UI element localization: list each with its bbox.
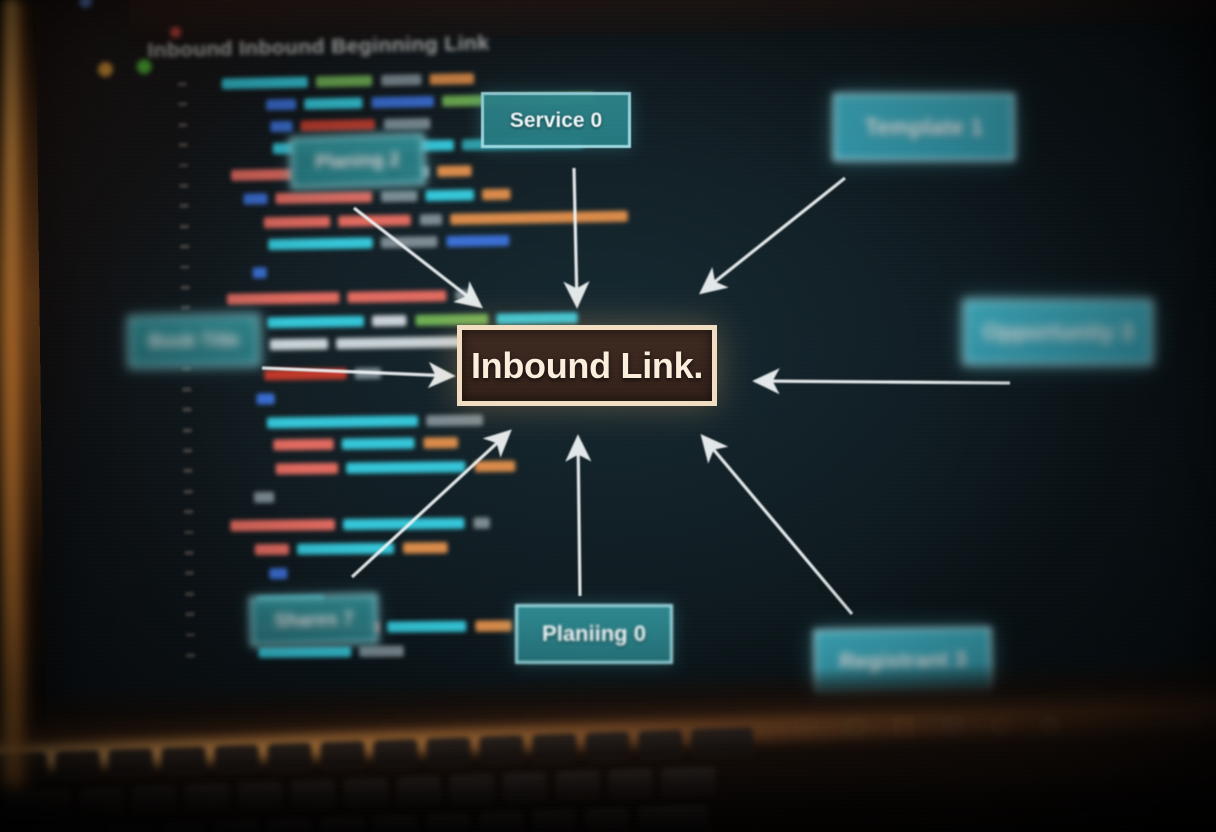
arrow-template-1 bbox=[698, 176, 846, 295]
node-service-0[interactable]: Service 0 bbox=[481, 92, 631, 148]
node-template-1[interactable]: Template 1 bbox=[833, 93, 1015, 161]
bottom-shadow bbox=[0, 772, 1216, 832]
arrow-service-0 bbox=[563, 167, 590, 309]
arrow-opportunity-3 bbox=[752, 368, 1011, 395]
arrow-shares-7 bbox=[350, 429, 512, 579]
arrow-planiing-0 bbox=[565, 434, 592, 597]
left-bezel-light bbox=[6, 0, 16, 700]
node-center-inbound-link[interactable]: Inbound Link. bbox=[457, 325, 717, 406]
node-label: Template 1 bbox=[864, 113, 984, 140]
node-label: Shares 7 bbox=[274, 608, 354, 632]
node-planiing-0[interactable]: Planiing 0 bbox=[515, 604, 673, 664]
node-book-title[interactable]: Book Title bbox=[127, 313, 261, 369]
arrow-planning-2 bbox=[353, 206, 484, 309]
center-node-label: Inbound Link. bbox=[470, 344, 704, 386]
node-opportunity-3[interactable]: Opportunity 3 bbox=[963, 299, 1153, 365]
node-shares-7[interactable]: Shares 7 bbox=[249, 593, 379, 647]
arrow-registrant-3 bbox=[700, 434, 854, 616]
node-label: Planing 2 bbox=[314, 149, 401, 173]
node-label: Opportunity 3 bbox=[982, 318, 1134, 345]
node-label: Planiing 0 bbox=[542, 621, 646, 646]
photograph: Inbound Inbound Beginning Link Service 0… bbox=[0, 0, 1216, 832]
arrow-book-title bbox=[261, 361, 456, 389]
node-label: Service 0 bbox=[509, 108, 603, 132]
node-label: Book Title bbox=[148, 329, 240, 353]
node-planning-2[interactable]: Planing 2 bbox=[289, 132, 426, 190]
